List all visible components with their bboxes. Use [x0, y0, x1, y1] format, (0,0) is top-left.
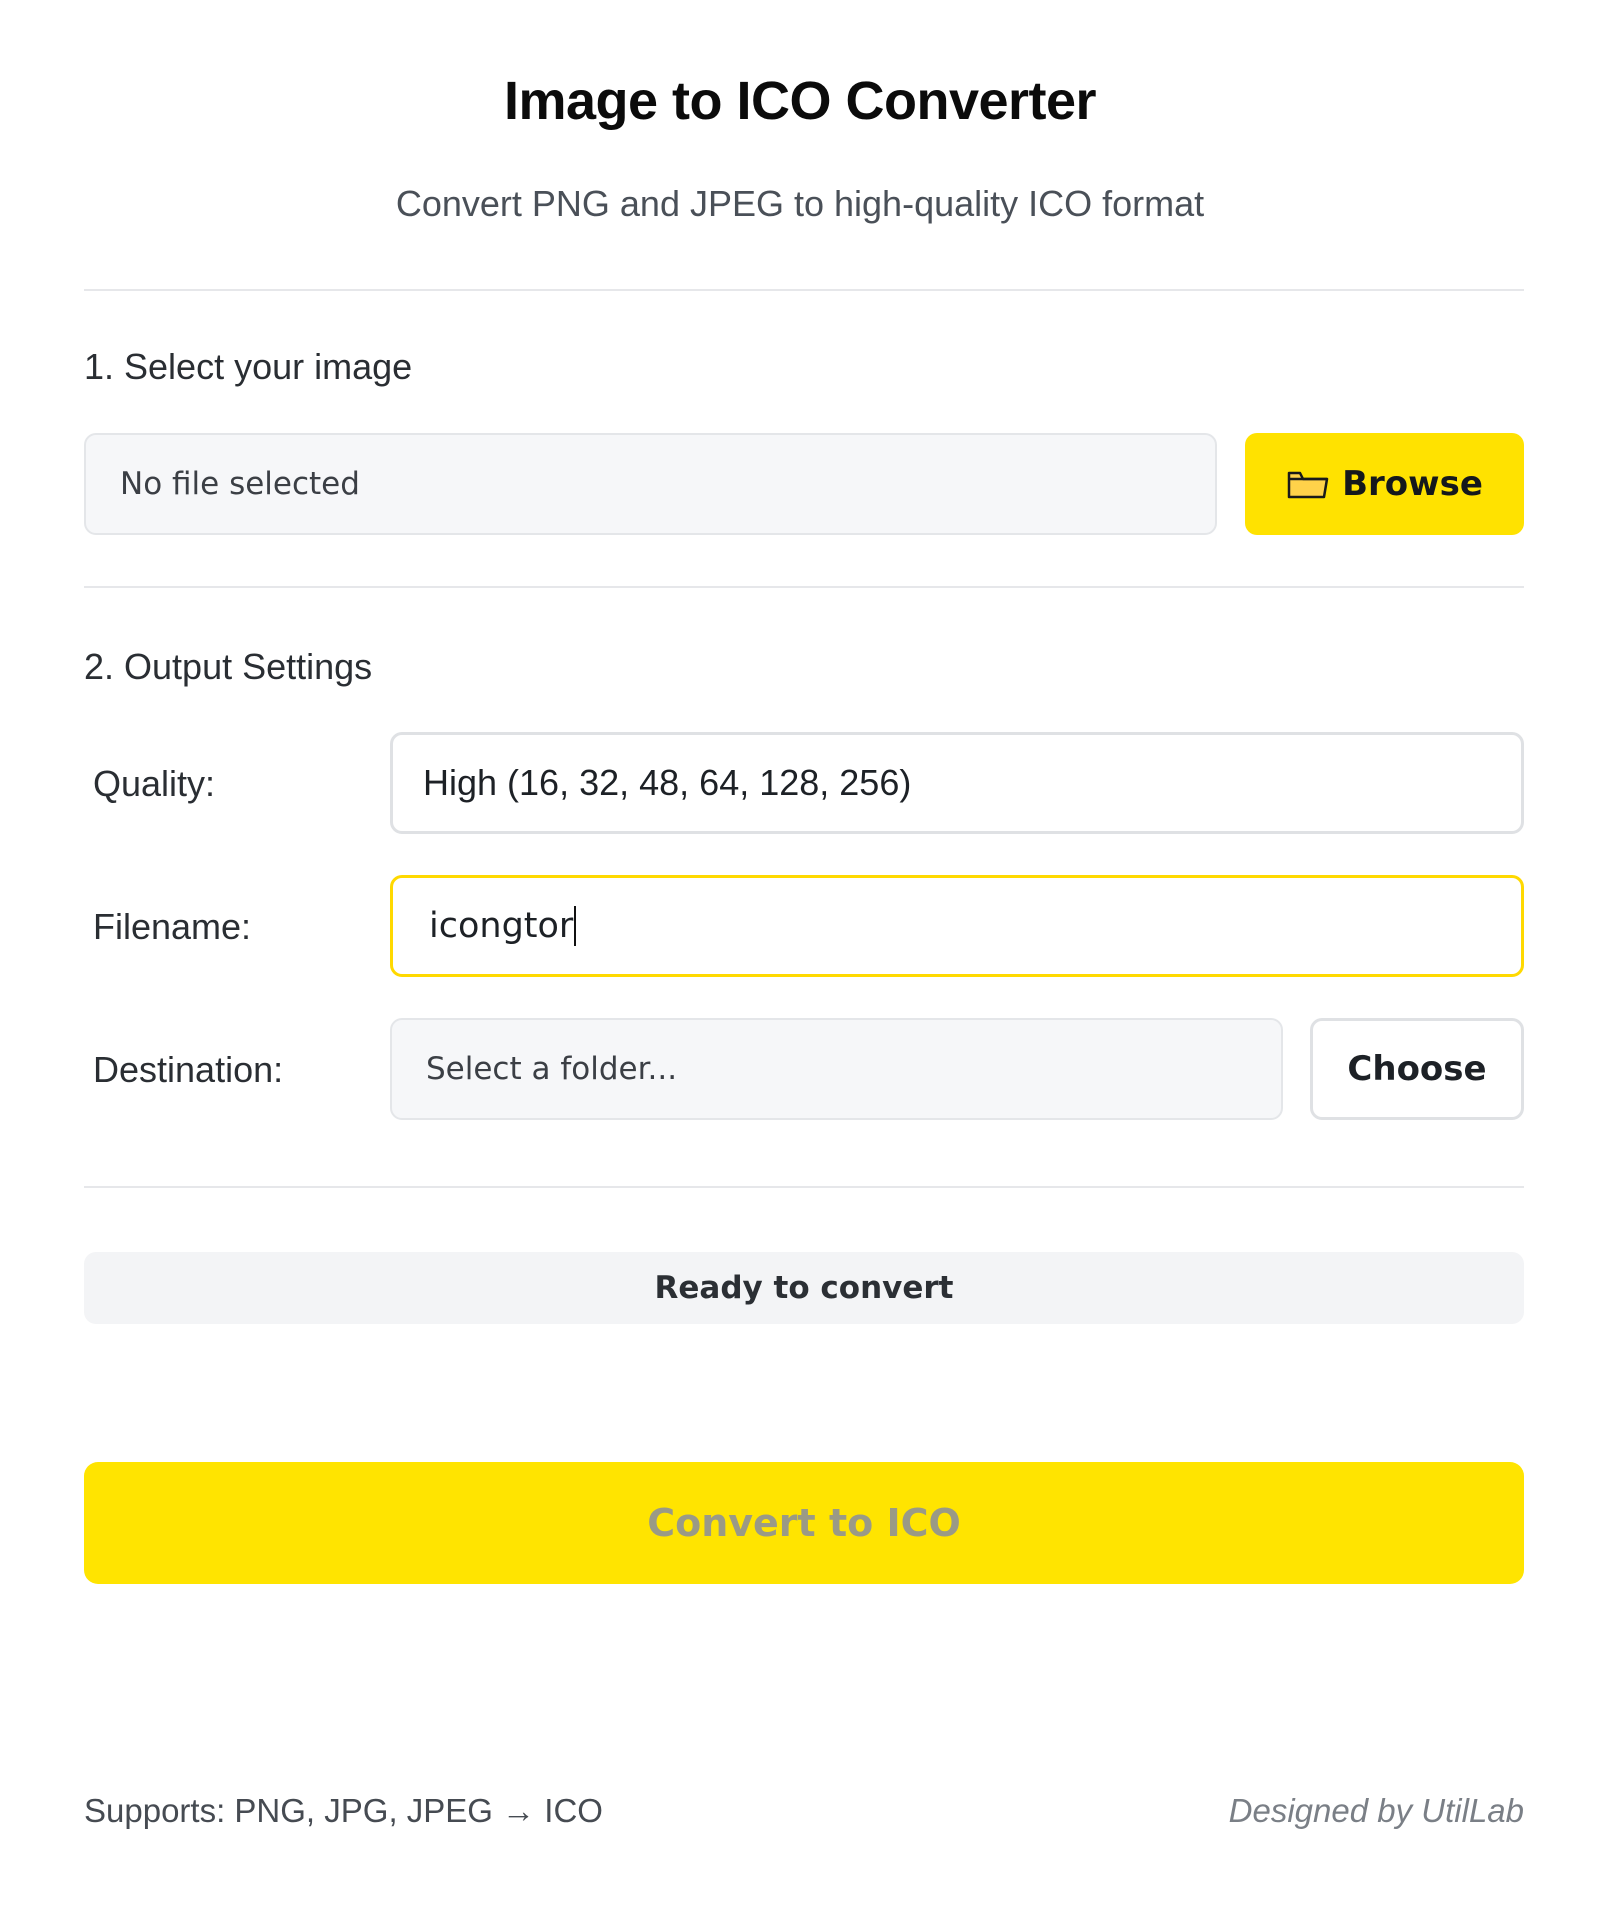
choose-folder-button[interactable]: Choose — [1310, 1018, 1524, 1120]
filename-input[interactable]: icongtor — [390, 875, 1524, 977]
convert-button-label: Convert to ICO — [647, 1501, 961, 1545]
selected-file-display: No file selected — [84, 433, 1217, 535]
quality-select[interactable]: High (16, 32, 48, 64, 128, 256) — [390, 732, 1524, 834]
quality-select-value: High (16, 32, 48, 64, 128, 256) — [423, 762, 912, 803]
converter-window: Image to ICO Converter Convert PNG and J… — [0, 0, 1600, 1906]
divider — [84, 586, 1524, 588]
convert-button[interactable]: Convert to ICO — [84, 1462, 1524, 1584]
output-settings-section-label: 2. Output Settings — [84, 646, 373, 687]
destination-label: Destination: — [93, 1049, 284, 1090]
page-title: Image to ICO Converter — [503, 71, 1097, 131]
destination-input[interactable]: Select a folder... — [390, 1018, 1283, 1120]
supported-formats-text: Supports: PNG, JPG, JPEG → ICO — [84, 1792, 603, 1829]
browse-button-label: Browse — [1342, 464, 1483, 504]
status-bar: Ready to convert — [84, 1252, 1524, 1324]
quality-label: Quality: — [93, 763, 216, 804]
status-text: Ready to convert — [654, 1270, 954, 1306]
selected-file-text: No file selected — [120, 466, 360, 502]
browse-button[interactable]: Browse — [1245, 433, 1524, 535]
page-subtitle: Convert PNG and JPEG to high-quality ICO… — [395, 183, 1205, 224]
destination-placeholder: Select a folder... — [426, 1051, 678, 1087]
designer-credit: Designed by UtilLab — [1228, 1792, 1524, 1829]
filename-label: Filename: — [93, 906, 252, 947]
select-image-section-label: 1. Select your image — [84, 346, 413, 387]
folder-icon — [1286, 467, 1330, 501]
divider — [84, 289, 1524, 291]
choose-button-label: Choose — [1347, 1049, 1487, 1089]
text-caret — [574, 906, 577, 946]
filename-input-value: icongtor — [429, 906, 574, 946]
divider — [84, 1186, 1524, 1188]
